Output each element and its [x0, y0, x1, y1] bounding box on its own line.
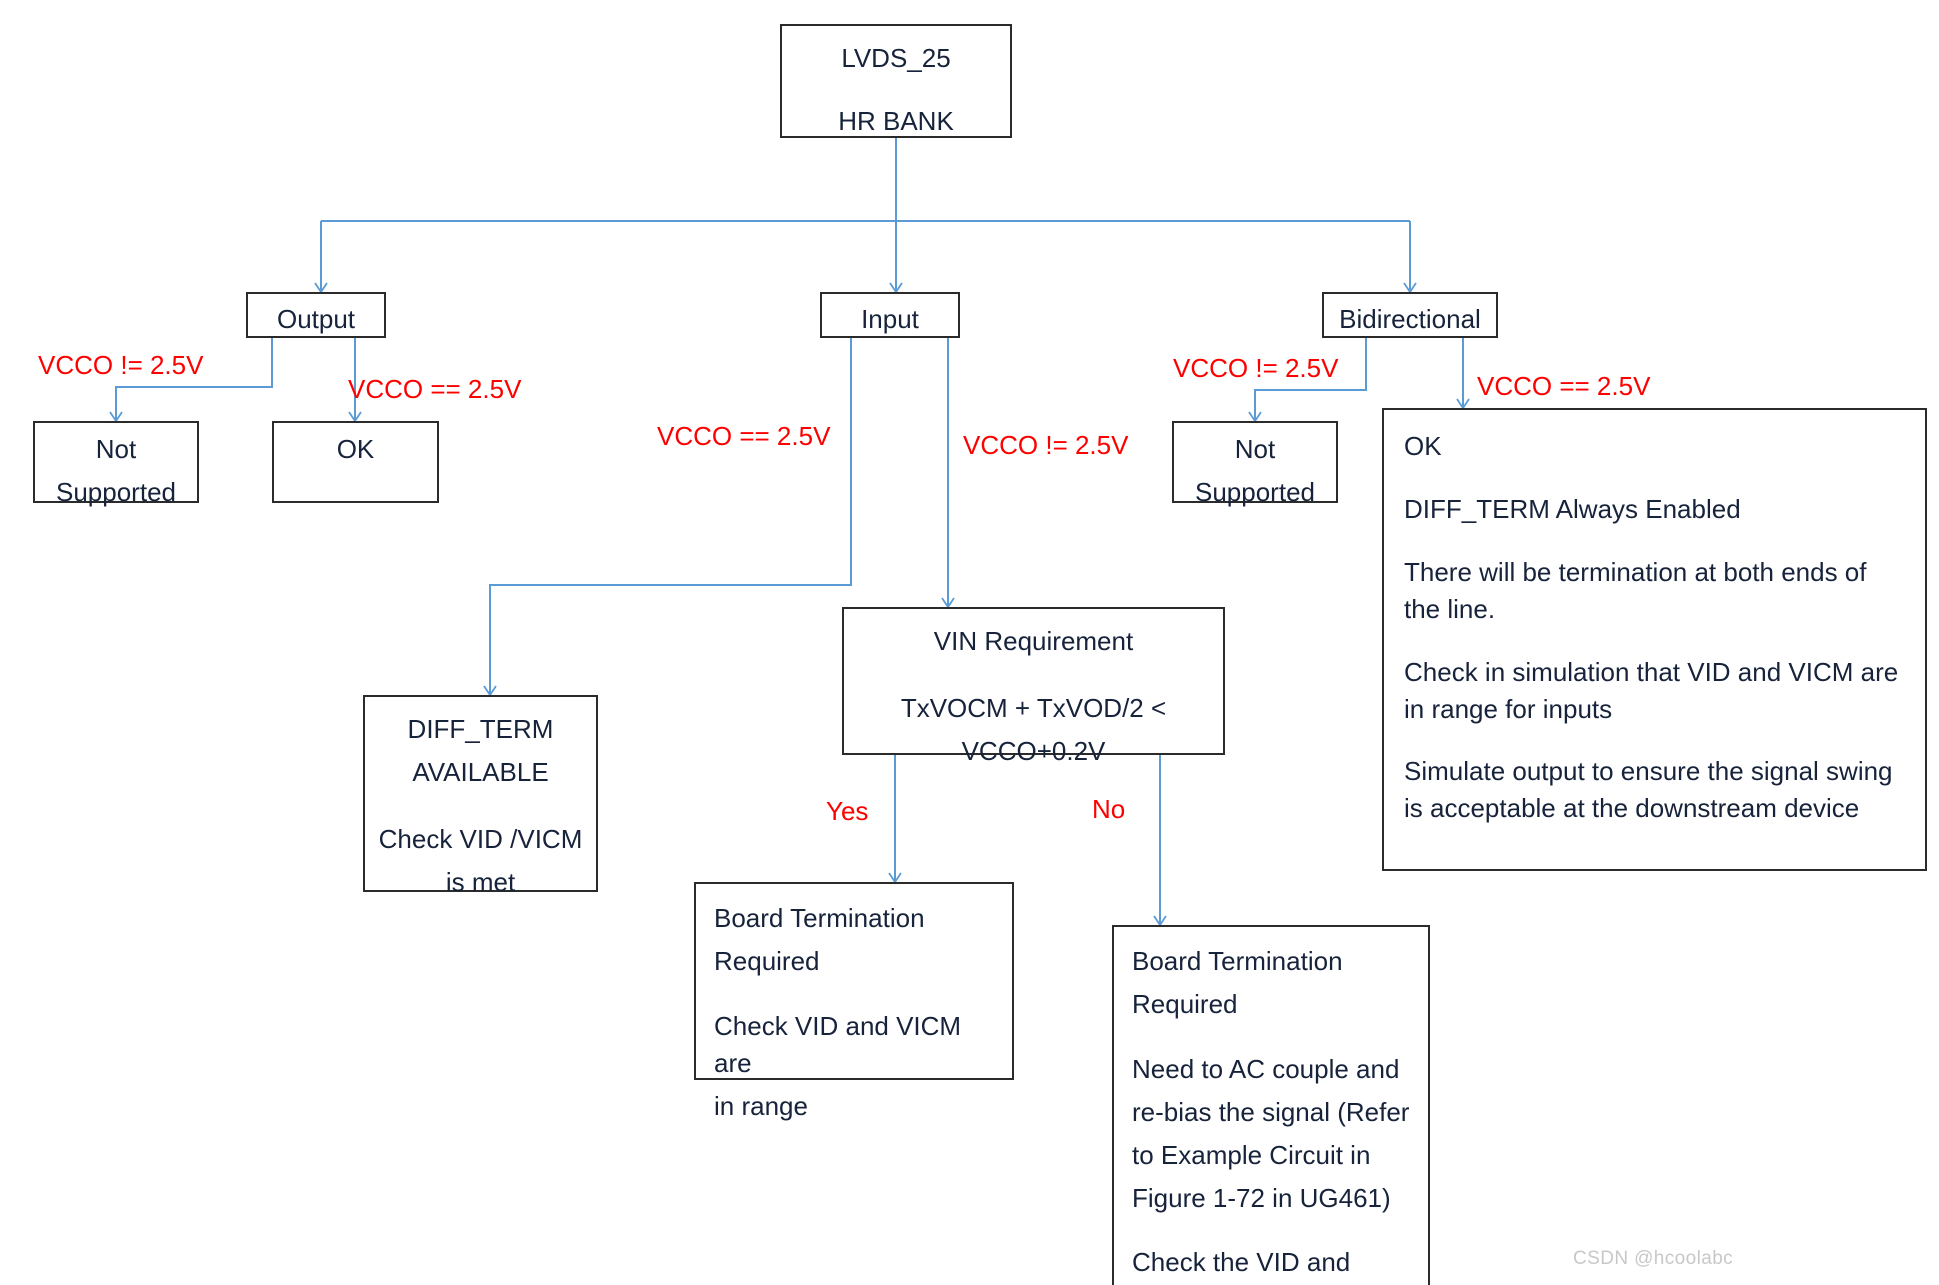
edge-label-output-ne: VCCO != 2.5V	[38, 350, 204, 380]
node-board-term-no-line5: to Example Circuit in	[1132, 1139, 1371, 1170]
node-output-not-supported-line1: Not	[95, 434, 137, 464]
node-root-line1: LVDS_25	[841, 43, 951, 73]
node-input[interactable]: Input	[820, 292, 960, 338]
node-board-term-no[interactable]: Board Termination Required Need to AC co…	[1112, 925, 1430, 1285]
node-output-ok-label: OK	[336, 434, 375, 464]
node-board-term-no-line7: Check the VID and VICM	[1132, 1247, 1351, 1285]
node-board-term-yes-line2: Required	[714, 945, 820, 976]
node-bidir-ok[interactable]: OK DIFF_TERM Always Enabled There will b…	[1382, 408, 1927, 871]
node-root[interactable]: LVDS_25 HR BANK	[780, 24, 1012, 138]
flowchart-canvas: LVDS_25 HR BANK Output Input Bidirection…	[0, 0, 1939, 1285]
node-bidir-ok-line2: DIFF_TERM Always Enabled	[1404, 493, 1741, 524]
node-bidir-not-supported-line2: Supported	[1195, 476, 1315, 507]
node-root-line2: HR BANK	[838, 105, 954, 136]
node-bidir-not-supported[interactable]: Not Supported	[1172, 421, 1338, 507]
node-output[interactable]: Output	[246, 292, 386, 338]
node-bidirectional[interactable]: Bidirectional	[1322, 292, 1498, 338]
node-bidir-ok-line3: There will be termination at both ends o…	[1404, 556, 1867, 624]
node-board-term-no-line6: Figure 1-72 in UG461)	[1132, 1182, 1391, 1213]
edge-label-input-ne: VCCO != 2.5V	[963, 430, 1129, 460]
node-bidir-ok-line5: Simulate output to ensure the signal swi…	[1404, 756, 1893, 824]
node-board-term-yes-line3: Check VID and VICM are	[714, 1010, 962, 1078]
node-board-term-no-line1: Board Termination	[1132, 946, 1343, 976]
node-bidir-not-supported-line1: Not	[1234, 434, 1276, 464]
edge-label-bidir-ne: VCCO != 2.5V	[1173, 353, 1339, 383]
watermark: CSDN @hcoolabc	[1573, 1248, 1734, 1269]
edge-label-input-eq: VCCO == 2.5V	[657, 421, 831, 451]
node-bidir-ok-line1: OK	[1404, 431, 1442, 461]
edge-label-output-eq: VCCO == 2.5V	[348, 374, 522, 404]
node-board-term-yes[interactable]: Board Termination Required Check VID and…	[694, 882, 1014, 1121]
node-vin-line3: VCCO+0.2V	[961, 735, 1106, 766]
node-vin-requirement[interactable]: VIN Requirement TxVOCM + TxVOD/2 < VCCO+…	[842, 607, 1225, 766]
edge-label-vin-no: No	[1092, 794, 1126, 824]
node-output-label: Output	[276, 304, 356, 334]
node-output-not-supported-line2: Supported	[56, 476, 176, 507]
node-diff-term-available[interactable]: DIFF_TERM AVAILABLE Check VID /VICM is m…	[363, 695, 598, 897]
edge-label-bidir-eq: VCCO == 2.5V	[1477, 371, 1651, 401]
node-bidir-ok-line4: Check in simulation that VID and VICM ar…	[1404, 656, 1899, 724]
wire-input-diff-term	[483, 338, 852, 697]
node-board-term-no-line3: Need to AC couple and	[1132, 1053, 1400, 1084]
edge-label-vin-yes: Yes	[826, 796, 869, 826]
node-board-term-yes-line1: Board Termination	[714, 903, 925, 933]
node-output-ok[interactable]: OK	[272, 421, 439, 503]
node-diff-term-line1: DIFF_TERM	[407, 714, 554, 744]
node-bidirectional-label: Bidirectional	[1339, 304, 1481, 334]
node-vin-line2: TxVOCM + TxVOD/2 <	[900, 692, 1167, 723]
node-vin-line1: VIN Requirement	[933, 626, 1134, 656]
node-diff-term-line3: Check VID /VICM	[378, 823, 583, 854]
node-output-not-supported[interactable]: Not Supported	[33, 421, 199, 507]
node-diff-term-line2: AVAILABLE	[412, 756, 549, 787]
node-board-term-no-line2: Required	[1132, 988, 1238, 1019]
node-diff-term-line4: is met	[445, 866, 516, 897]
node-board-term-yes-line4: in range	[714, 1090, 808, 1121]
node-board-term-no-line4: re-bias the signal (Refer	[1132, 1096, 1410, 1127]
node-input-label: Input	[861, 304, 919, 334]
